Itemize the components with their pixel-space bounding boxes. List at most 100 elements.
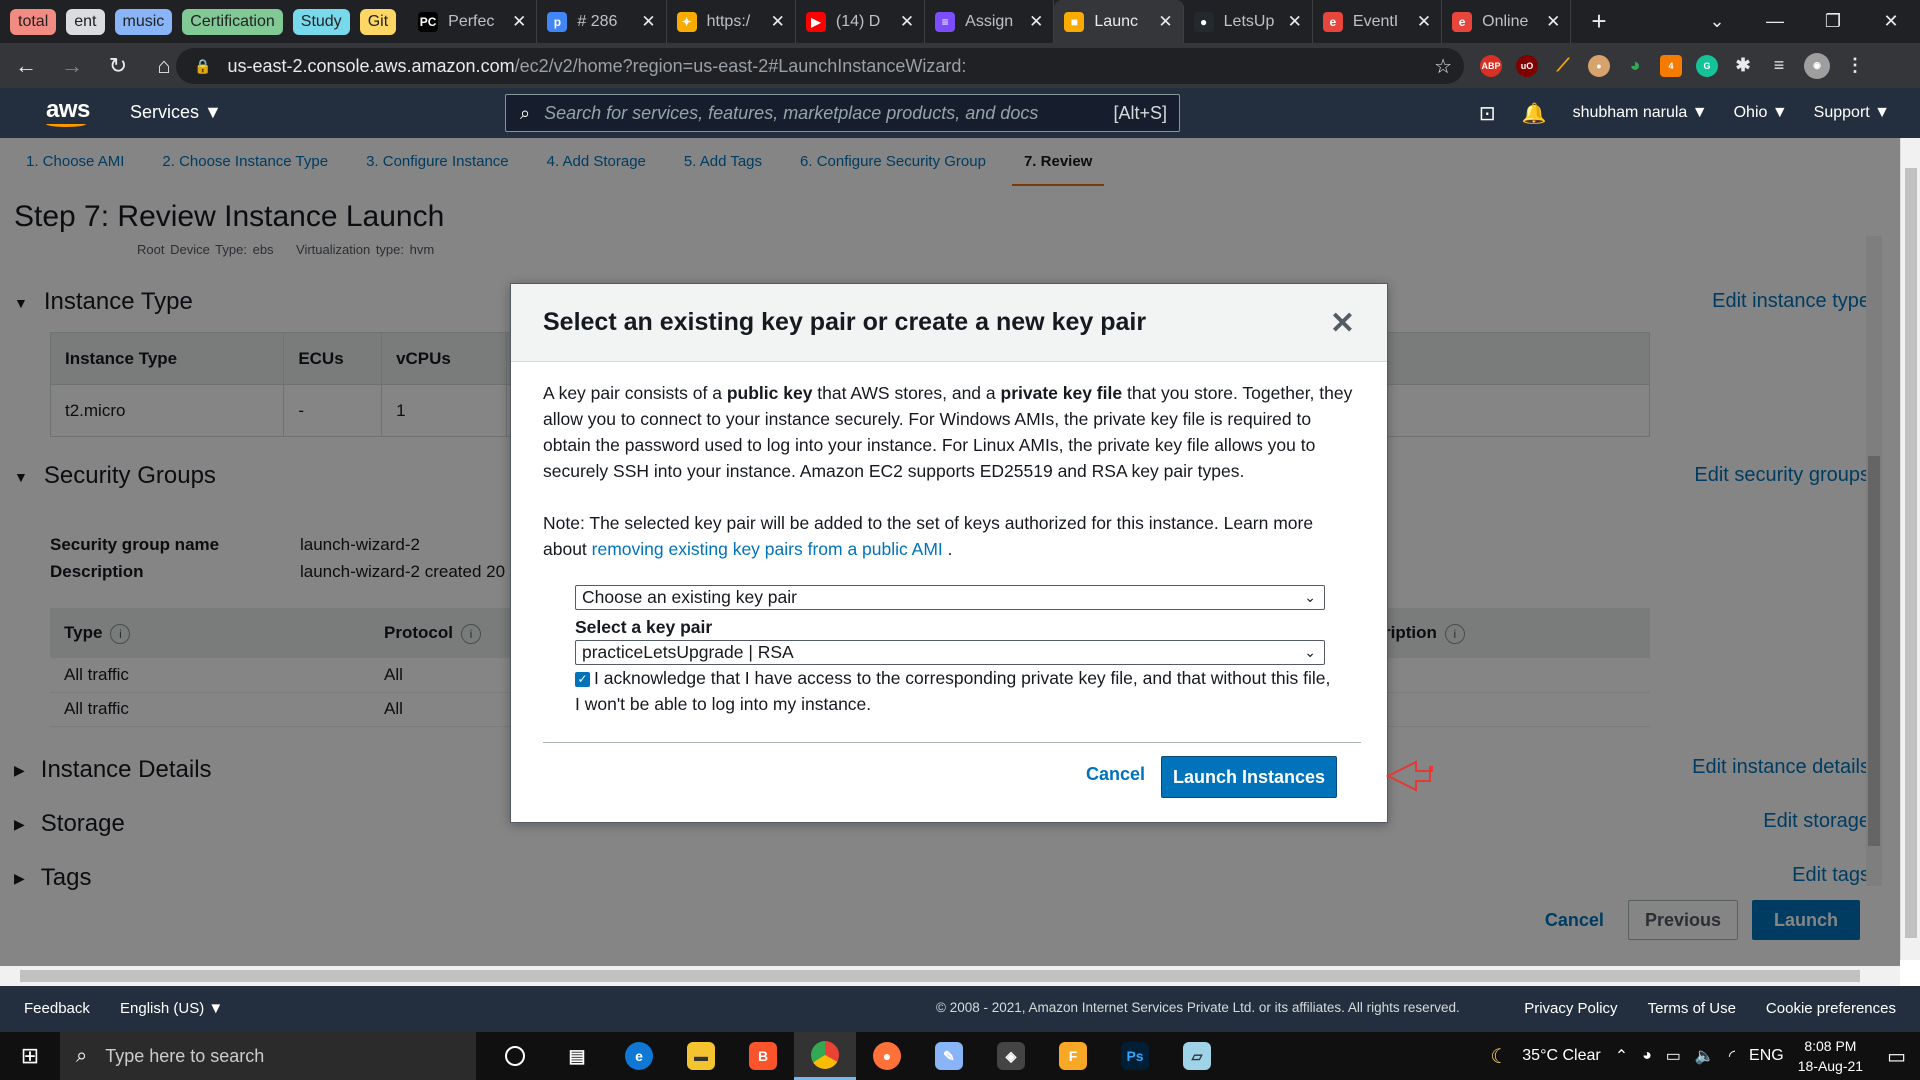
language-selector[interactable]: English (US) ▼ xyxy=(120,1000,223,1017)
aws-smile-icon xyxy=(46,121,86,127)
aws-logo[interactable]: aws xyxy=(46,96,90,124)
browser-tab[interactable]: ✦ https:/ ✕ xyxy=(667,0,796,43)
puzzle-icon[interactable]: ✱ xyxy=(1732,55,1754,77)
launch-instances-button[interactable]: Launch Instances xyxy=(1161,756,1337,798)
browser-tab[interactable]: PC Perfec ✕ xyxy=(408,0,538,43)
clock[interactable]: 8:08 PM 18-Aug-21 xyxy=(1798,1036,1863,1076)
browser-tab[interactable]: e EventI ✕ xyxy=(1313,0,1443,43)
battery-icon[interactable]: ▭ xyxy=(1666,1046,1681,1066)
chrome-icon[interactable] xyxy=(794,1032,856,1080)
browser-tab[interactable]: ▶ (14) D ✕ xyxy=(796,0,926,43)
cookie-icon[interactable]: ● xyxy=(1588,54,1610,77)
task-view-icon[interactable]: ▤ xyxy=(546,1032,608,1080)
new-tab-button[interactable]: + xyxy=(1591,6,1606,37)
notifications-icon[interactable]: ▭ xyxy=(1887,1044,1906,1069)
bell-icon[interactable]: 🔔 xyxy=(1522,101,1547,126)
menu-icon[interactable]: ⋮ xyxy=(1844,55,1866,77)
file-explorer-icon[interactable]: ▬ xyxy=(670,1032,732,1080)
scroll-thumb[interactable] xyxy=(1905,168,1917,938)
close-tab-icon[interactable]: ✕ xyxy=(771,12,785,32)
close-tab-icon[interactable]: ✕ xyxy=(1546,12,1560,32)
globe-extension-icon[interactable]: ◕ xyxy=(1624,55,1646,77)
close-icon[interactable]: ✕ xyxy=(1330,306,1355,341)
volume-icon[interactable]: 🔈 xyxy=(1695,1046,1715,1066)
restore-button[interactable]: ❐ xyxy=(1804,11,1862,32)
select-value: Choose an existing key pair xyxy=(582,587,797,607)
tab-title: Assign xyxy=(965,12,1014,30)
aws-search-input[interactable]: ⌕ Search for services, features, marketp… xyxy=(505,94,1180,132)
close-tab-icon[interactable]: ✕ xyxy=(1288,12,1302,32)
lock-icon[interactable]: 🔒 xyxy=(194,58,211,75)
horizontal-scrollbar[interactable] xyxy=(0,966,1900,986)
taskbar-search[interactable]: ⌕ Type here to search xyxy=(60,1032,476,1080)
select-key-pair-label: Select a key pair xyxy=(575,617,713,637)
weather-text[interactable]: 35°C Clear xyxy=(1522,1047,1600,1065)
cortana-icon[interactable] xyxy=(484,1032,546,1080)
browser-tab[interactable]: p # 286 ✕ xyxy=(537,0,667,43)
tab-group-2[interactable]: music xyxy=(114,8,173,35)
region-menu[interactable]: Ohio ▼ xyxy=(1734,104,1788,122)
terms-of-use-link[interactable]: Terms of Use xyxy=(1648,1000,1736,1017)
tray-chevron-icon[interactable]: ⌃ xyxy=(1615,1046,1628,1066)
close-window-button[interactable]: ✕ xyxy=(1862,11,1920,32)
close-tab-icon[interactable]: ✕ xyxy=(1158,12,1172,32)
close-tab-icon[interactable]: ✕ xyxy=(1417,12,1431,32)
browser-tab[interactable]: ≡ Assign ✕ xyxy=(925,0,1055,43)
edge-icon[interactable]: e xyxy=(608,1032,670,1080)
close-tab-icon[interactable]: ✕ xyxy=(641,12,655,32)
tab-search-icon[interactable]: ⌄ xyxy=(1688,11,1746,32)
carrot-icon[interactable]: ⟋ xyxy=(1552,55,1574,77)
tab-group-4[interactable]: Study xyxy=(292,8,350,35)
close-tab-icon[interactable]: ✕ xyxy=(512,12,526,32)
wifi-icon[interactable]: ◜ xyxy=(1729,1046,1735,1066)
orange-extension-icon[interactable]: 4 xyxy=(1660,54,1682,77)
reload-icon[interactable]: ↻ xyxy=(98,53,138,79)
brave-icon[interactable]: B xyxy=(732,1032,794,1080)
tab-group-5[interactable]: Git xyxy=(359,8,397,35)
forward-icon[interactable]: → xyxy=(52,53,92,79)
profile-avatar[interactable]: ◉ xyxy=(1804,52,1830,79)
cookie-preferences-link[interactable]: Cookie preferences xyxy=(1766,1000,1896,1017)
notepad-icon[interactable]: ▱ xyxy=(1166,1032,1228,1080)
reading-list-icon[interactable]: ≡ xyxy=(1768,55,1790,77)
photoshop-icon[interactable]: Ps xyxy=(1104,1032,1166,1080)
browser-tab[interactable]: e Online ✕ xyxy=(1442,0,1572,43)
ublock-icon[interactable]: uO xyxy=(1516,54,1538,77)
tab-group-1[interactable]: ent xyxy=(66,8,105,35)
input-language[interactable]: ENG xyxy=(1749,1047,1784,1065)
close-tab-icon[interactable]: ✕ xyxy=(1029,12,1043,32)
tab-group-0[interactable]: total xyxy=(10,8,57,35)
cloudshell-icon[interactable]: ⊡ xyxy=(1479,101,1496,126)
account-menu[interactable]: shubham narula ▼ xyxy=(1573,104,1708,122)
scroll-thumb[interactable] xyxy=(20,970,1860,982)
network-status-icon[interactable]: ◕ xyxy=(1642,1047,1652,1065)
back-icon[interactable]: ← xyxy=(6,53,46,79)
browser-tab[interactable]: ■ Launc ✕ xyxy=(1054,0,1184,43)
acknowledge-checkbox[interactable]: ✓ xyxy=(575,672,590,687)
page-scrollbar[interactable] xyxy=(1900,138,1920,960)
browser-tab[interactable]: ● LetsUp ✕ xyxy=(1184,0,1313,43)
adblock-icon[interactable]: ABP xyxy=(1480,54,1502,77)
firefox-icon[interactable]: ● xyxy=(856,1032,918,1080)
tab-group-3[interactable]: Certification xyxy=(182,8,283,35)
close-tab-icon[interactable]: ✕ xyxy=(900,12,914,32)
remove-key-pairs-link[interactable]: removing existing key pairs from a publi… xyxy=(592,539,943,559)
fl-studio-icon[interactable]: F xyxy=(1042,1032,1104,1080)
windows-start-icon[interactable]: ⊞ xyxy=(0,1043,60,1069)
services-menu[interactable]: Services ▼ xyxy=(130,102,222,123)
privacy-policy-link[interactable]: Privacy Policy xyxy=(1524,1000,1617,1017)
address-bar[interactable]: 🔒 us-east-2.console.aws.amazon.com/ec2/v… xyxy=(176,48,1464,84)
davinci-icon[interactable]: ◈ xyxy=(980,1032,1042,1080)
key-pair-select[interactable]: practiceLetsUpgrade | RSA ⌄ xyxy=(575,640,1325,665)
grammarly-icon[interactable]: G xyxy=(1696,54,1718,77)
dialog-cancel-button[interactable]: Cancel xyxy=(1086,764,1145,785)
bookmark-star-icon[interactable]: ☆ xyxy=(1434,54,1452,79)
paint-icon[interactable]: ✎ xyxy=(918,1032,980,1080)
browser-tab-strip: total ent music Certification Study Git PC Per… xyxy=(0,0,1920,43)
weather-moon-icon[interactable]: ☾ xyxy=(1490,1044,1508,1069)
feedback-link[interactable]: Feedback xyxy=(24,1000,90,1017)
support-menu[interactable]: Support ▼ xyxy=(1814,104,1890,122)
extensions-bar: ABP uO ⟋ ● ◕ 4 G ✱ ≡ ◉ ⋮ xyxy=(1480,43,1866,88)
key-pair-option-select[interactable]: Choose an existing key pair ⌄ xyxy=(575,585,1325,610)
minimize-button[interactable]: — xyxy=(1746,11,1804,32)
